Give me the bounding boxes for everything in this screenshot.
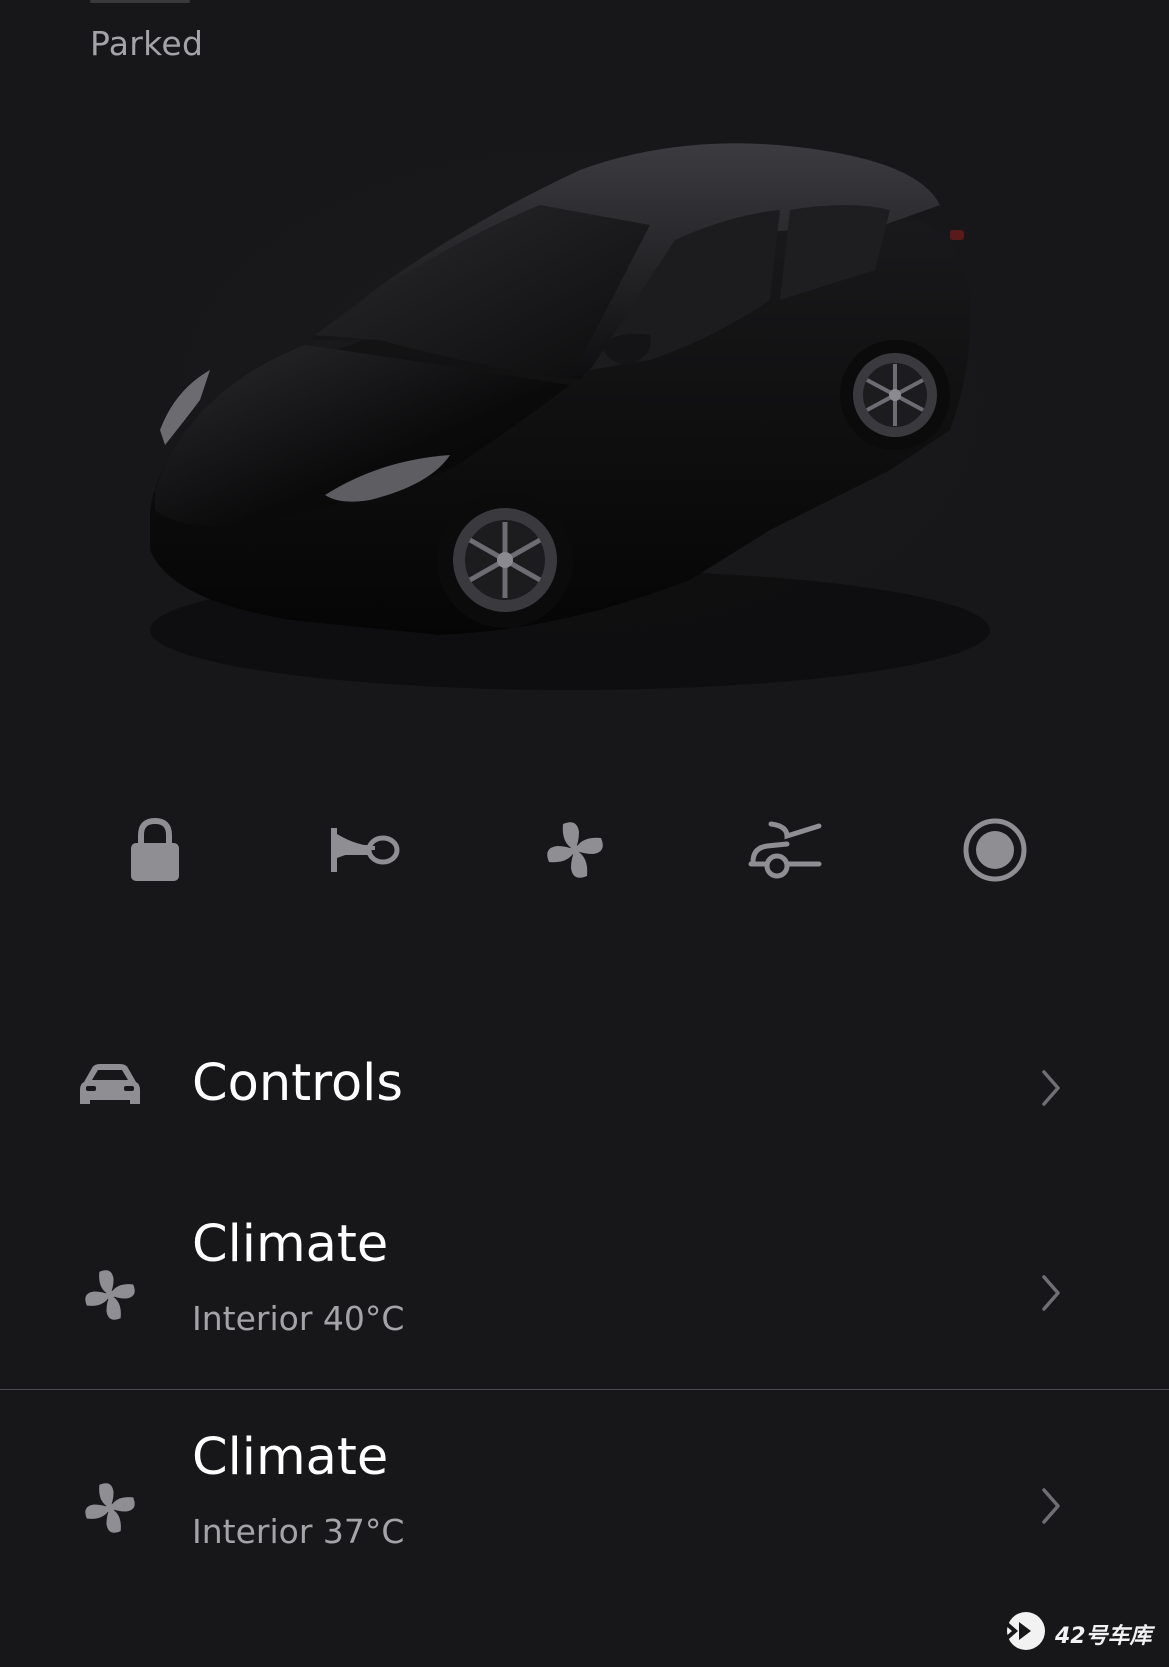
watermark: 42号车库: [1005, 1612, 1152, 1656]
fan-button[interactable]: [530, 805, 620, 895]
climate-row[interactable]: Climate Interior 40°C: [0, 1215, 1169, 1345]
fan-icon: [539, 814, 611, 886]
frunk-icon: [747, 818, 823, 882]
lock-icon: [127, 815, 183, 885]
status-label: Parked: [90, 24, 204, 63]
climate-title: Climate: [192, 1428, 389, 1487]
watermark-text: 42号车库: [1055, 1624, 1152, 1649]
car-image: [130, 130, 1040, 720]
chevron-right-icon: [1040, 1273, 1062, 1317]
climate-row-2[interactable]: Climate Interior 37°C: [0, 1428, 1169, 1558]
horn-button[interactable]: [320, 805, 410, 895]
car-icon: [78, 1060, 142, 1112]
chevron-right-icon: [1040, 1068, 1062, 1112]
horn-icon: [327, 822, 403, 878]
climate-interior-temp: Interior 40°C: [192, 1299, 405, 1338]
lock-button[interactable]: [110, 805, 200, 895]
controls-title: Controls: [192, 1054, 403, 1113]
watermark-logo-icon: [1005, 1610, 1047, 1658]
divider: [0, 1389, 1169, 1390]
climate-interior-temp: Interior 37°C: [192, 1512, 405, 1551]
fan-icon: [78, 1263, 142, 1331]
climate-title: Climate: [192, 1215, 389, 1274]
record-button[interactable]: [950, 805, 1040, 895]
quick-actions-bar: [110, 805, 1060, 895]
chevron-right-icon: [1040, 1486, 1062, 1530]
fan-icon: [78, 1476, 142, 1544]
frunk-button[interactable]: [740, 805, 830, 895]
top-handle: [90, 0, 190, 3]
record-icon: [960, 815, 1030, 885]
controls-row[interactable]: Controls: [0, 1040, 1169, 1130]
